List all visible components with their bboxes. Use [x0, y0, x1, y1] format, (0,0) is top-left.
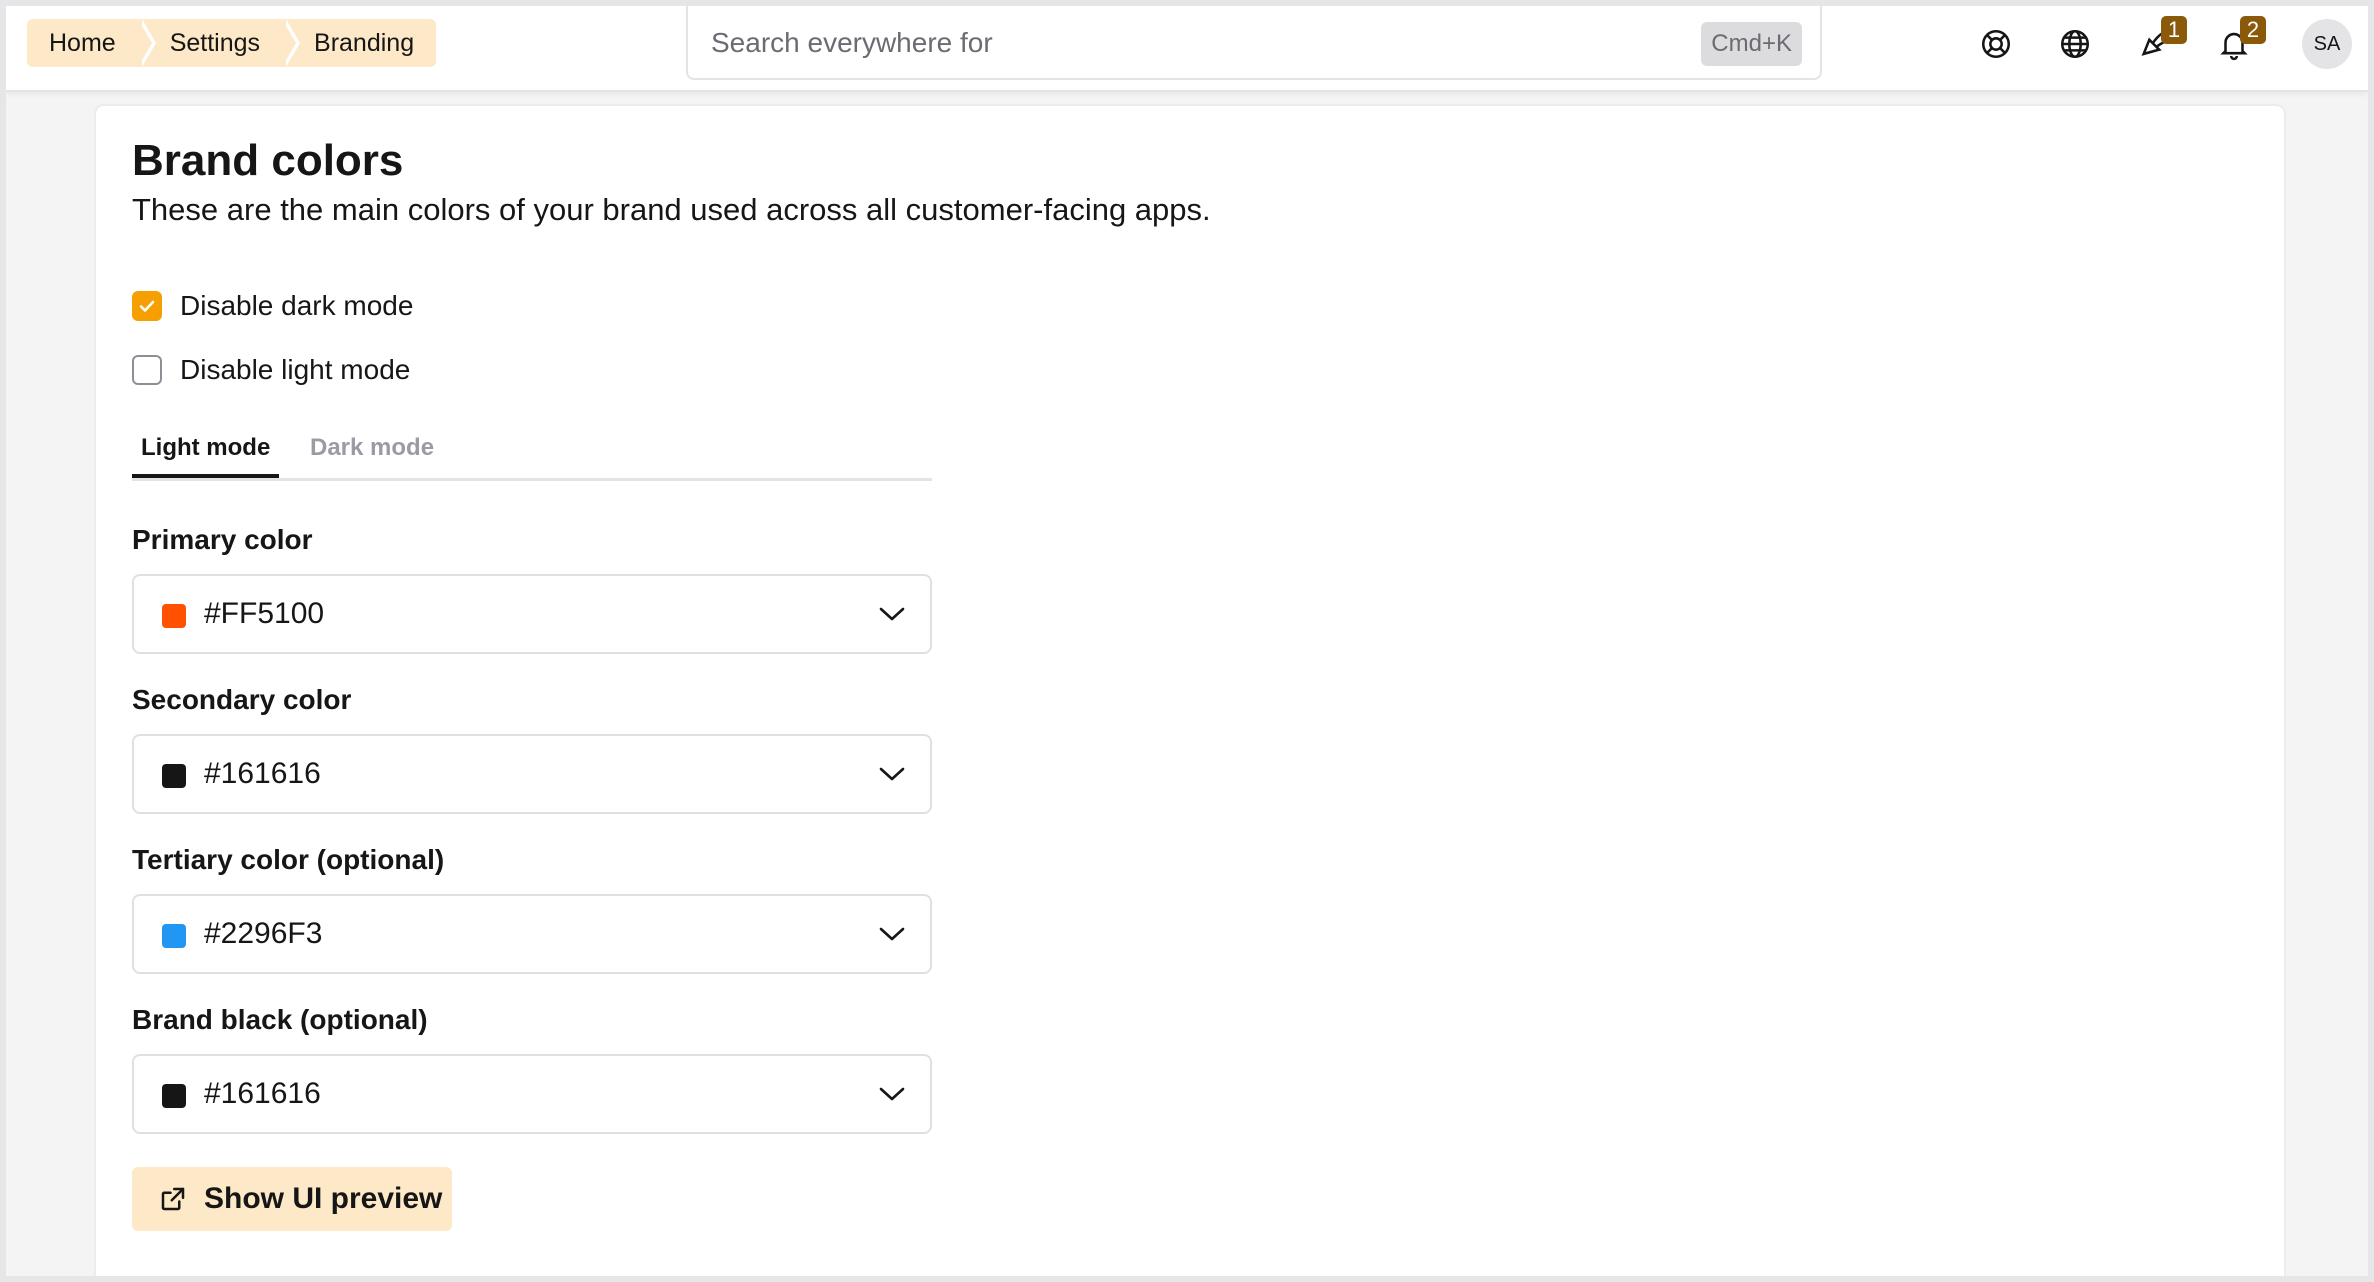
- tertiary-color-value: #2296F3: [204, 917, 323, 950]
- tertiary-color-select[interactable]: #2296F3: [132, 894, 932, 974]
- primary-color-value: #FF5100: [204, 597, 325, 630]
- brand-black-value: #161616: [204, 1077, 321, 1110]
- lifebuoy-icon: [1981, 29, 2011, 59]
- top-bar: Home Settings Branding Search everywhere…: [6, 6, 2368, 92]
- secondary-color-label: Secondary color: [132, 684, 352, 715]
- breadcrumb-settings-label: Settings: [169, 28, 261, 57]
- tertiary-color-swatch: [162, 924, 186, 948]
- secondary-color-swatch: [162, 764, 186, 788]
- search-shortcut-hint: Cmd+K: [1701, 22, 1802, 66]
- external-link-icon: [161, 1187, 185, 1211]
- brand-black-swatch: [162, 1084, 186, 1108]
- disable-dark-mode-option[interactable]: Disable dark mode: [132, 289, 413, 323]
- secondary-color-select[interactable]: #161616: [132, 734, 932, 814]
- disable-light-mode-checkbox[interactable]: [132, 355, 162, 385]
- disable-dark-mode-label: Disable dark mode: [180, 290, 414, 321]
- avatar[interactable]: SA: [2302, 19, 2352, 69]
- brand-colors-card: Brand colors These are the main colors o…: [94, 104, 2286, 1276]
- notifications-button[interactable]: 2: [2212, 16, 2266, 66]
- breadcrumb: Home Settings Branding: [27, 19, 437, 67]
- tab-light-mode[interactable]: Light mode: [132, 426, 280, 478]
- tab-dark-mode[interactable]: Dark mode: [310, 426, 434, 478]
- secondary-color-value: #161616: [204, 757, 321, 790]
- app-window: Home Settings Branding Search everywhere…: [6, 6, 2368, 1276]
- disable-light-mode-option[interactable]: Disable light mode: [132, 353, 410, 387]
- show-ui-preview-label: Show UI preview: [204, 1182, 443, 1215]
- breadcrumb-home[interactable]: Home: [27, 19, 156, 67]
- page-subtitle: These are the main colors of your brand …: [132, 192, 1211, 227]
- check-icon: [139, 300, 155, 312]
- primary-color-select[interactable]: #FF5100: [132, 574, 932, 654]
- primary-color-swatch: [162, 604, 186, 628]
- brand-black-select[interactable]: #161616: [132, 1054, 932, 1134]
- brand-black-label: Brand black (optional): [132, 1004, 428, 1035]
- show-ui-preview-button[interactable]: Show UI preview: [132, 1167, 452, 1231]
- breadcrumb-branding-label: Branding: [314, 28, 415, 57]
- announcements-badge: 1: [2161, 16, 2187, 44]
- disable-dark-mode-checkbox[interactable]: [132, 291, 162, 321]
- tertiary-color-label: Tertiary color (optional): [132, 844, 445, 875]
- chevron-down-icon: [879, 1087, 905, 1101]
- language-button[interactable]: [2053, 22, 2097, 66]
- breadcrumb-home-label: Home: [49, 28, 116, 57]
- chevron-down-icon: [879, 927, 905, 941]
- page-title: Brand colors: [132, 136, 404, 185]
- notifications-badge: 2: [2240, 16, 2266, 44]
- breadcrumb-branding[interactable]: Branding: [282, 19, 437, 67]
- disable-light-mode-label: Disable light mode: [180, 354, 411, 385]
- chevron-down-icon: [879, 607, 905, 621]
- help-button[interactable]: [1974, 22, 2018, 66]
- mode-tabs: Light mode Dark mode: [132, 426, 932, 481]
- chevron-down-icon: [879, 767, 905, 781]
- search-input[interactable]: Search everywhere for Cmd+K: [686, 6, 1822, 80]
- breadcrumb-settings[interactable]: Settings: [137, 19, 301, 67]
- announcements-button[interactable]: 1: [2133, 16, 2187, 66]
- search-placeholder: Search everywhere for: [711, 27, 993, 58]
- globe-icon: [2060, 29, 2090, 59]
- primary-color-label: Primary color: [132, 524, 313, 555]
